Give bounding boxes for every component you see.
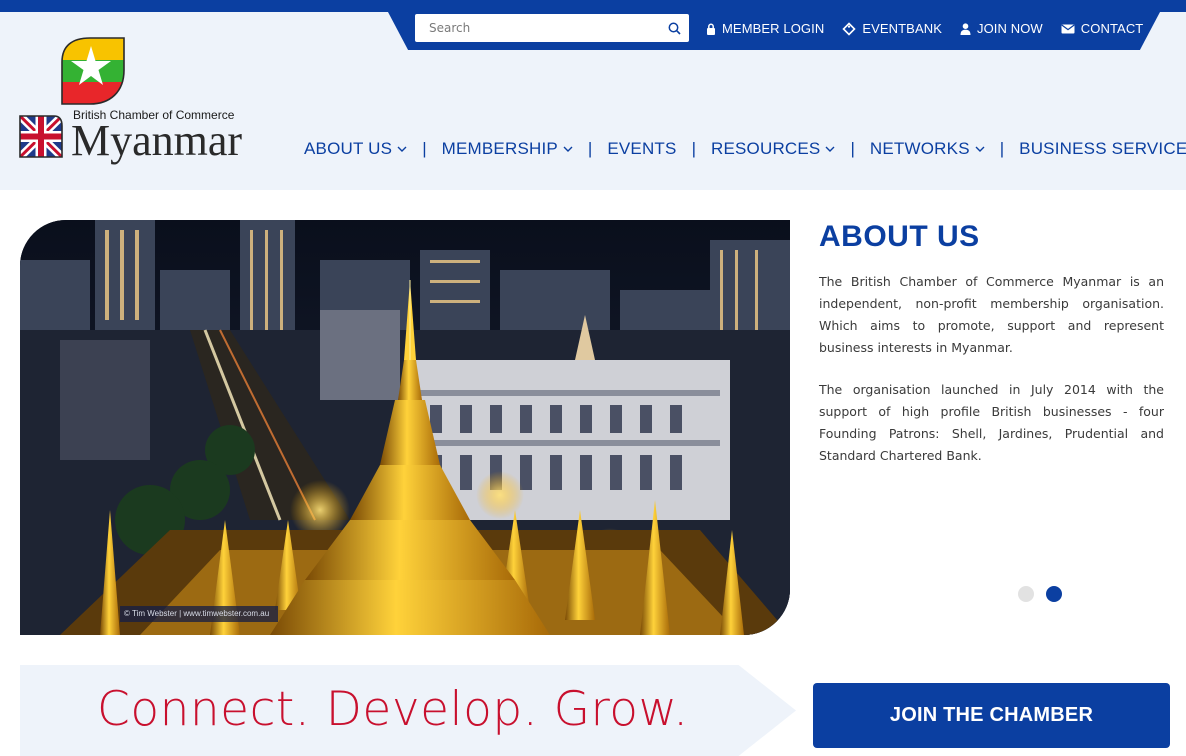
nav-label: MEMBERSHIP [441,139,558,158]
tag-icon [842,21,856,36]
nav-label: BUSINESS SERVICES [1019,139,1186,158]
nav-separator: | [850,139,855,158]
contact-link[interactable]: CONTACT [1061,21,1144,36]
contact-label: CONTACT [1080,21,1144,36]
nav-separator: | [999,139,1005,158]
main-nav: ABOUT US | MEMBERSHIP | EVENTS | RESOURC… [304,136,1186,162]
chevron-down-icon [397,146,407,152]
search-box [415,14,689,42]
photo-credit: © Tim Webster | www.timwebster.com.au [120,606,278,622]
about-paragraph: The organisation launched in July 2014 w… [819,382,1164,463]
search-icon[interactable] [659,14,689,42]
chevron-down-icon [825,146,835,152]
eventbank-label: EVENTBANK [862,21,942,36]
carousel-dot-2[interactable] [1046,586,1062,602]
chevron-down-icon [975,146,985,152]
join-now-label: JOIN NOW [976,21,1043,36]
search-input[interactable] [415,14,659,42]
nav-label: EVENTS [607,139,677,158]
nav-resources[interactable]: RESOURCES [711,139,836,159]
utility-links: MEMBER LOGIN EVENTBANK JOIN NOW CONTACT [706,12,1143,45]
nav-separator: | [422,139,427,158]
about-title: ABOUT US [819,220,980,253]
member-login-link[interactable]: MEMBER LOGIN [706,21,824,36]
join-now-link[interactable]: JOIN NOW [960,21,1043,36]
nav-separator: | [691,139,696,158]
carousel-dot-1[interactable] [1018,586,1034,602]
nav-label: RESOURCES [710,139,821,158]
envelope-icon [1061,24,1075,33]
lock-icon [707,23,715,35]
nav-label: ABOUT US [304,139,393,158]
chevron-down-icon [563,146,573,152]
about-paragraph: The British Chamber of Commerce Myanmar … [819,274,1164,355]
nav-about-us[interactable]: ABOUT US [304,139,407,159]
eventbank-link[interactable]: EVENTBANK [842,21,942,36]
nav-events[interactable]: EVENTS [607,139,676,159]
user-icon [960,22,971,35]
member-login-label: MEMBER LOGIN [722,21,825,36]
logo-title: Myanmar [71,116,243,165]
hero-image [20,220,790,635]
pagoda-cityscape-illustration [20,220,790,635]
carousel-dots [1018,586,1062,602]
nav-separator: | [587,139,593,158]
nav-business-services[interactable]: BUSINESS SERVICES [1019,139,1186,159]
nav-networks[interactable]: NETWORKS [870,139,985,159]
top-strip [0,0,1186,12]
join-the-chamber-button[interactable]: JOIN THE CHAMBER [813,683,1170,748]
nav-label: NETWORKS [869,139,970,158]
nav-membership[interactable]: MEMBERSHIP [442,139,573,159]
tagline: Connect. Develop. Grow. [97,682,689,737]
